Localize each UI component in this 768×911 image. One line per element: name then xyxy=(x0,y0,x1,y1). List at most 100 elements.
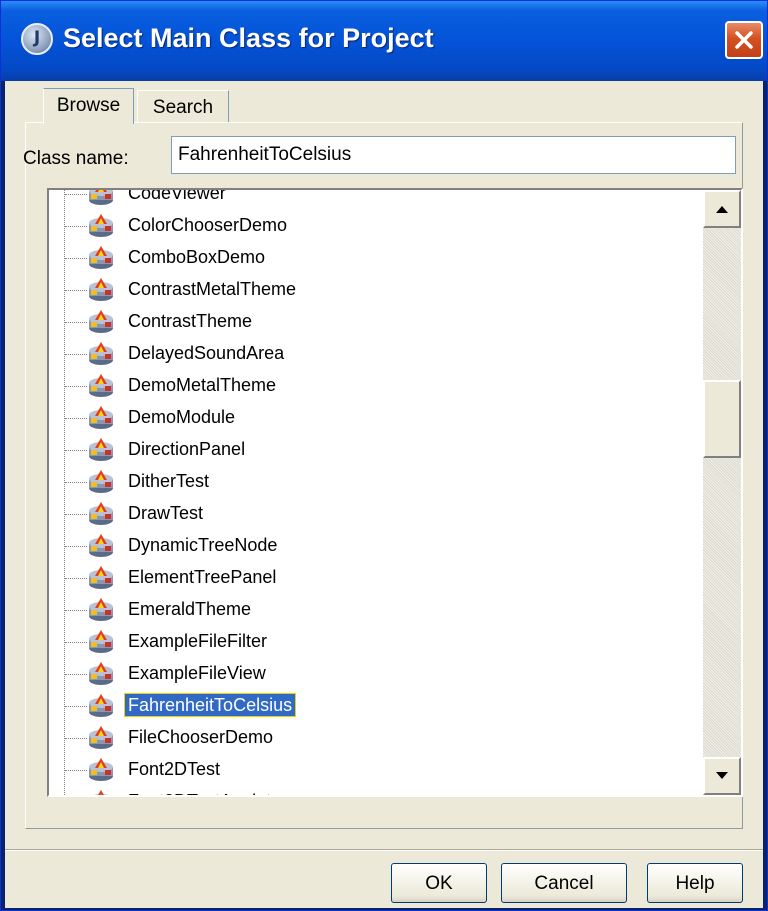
arrow-up-icon xyxy=(716,206,728,213)
close-icon xyxy=(735,31,753,49)
java-class-icon xyxy=(87,212,115,238)
tree-item[interactable]: DemoMetalTheme xyxy=(49,370,689,402)
scroll-thumb[interactable] xyxy=(703,380,741,458)
tree-branch-line xyxy=(65,546,87,547)
tree-item[interactable]: Font2DTestApplet xyxy=(49,786,689,795)
tree-item-label: CodeViewer xyxy=(128,190,226,203)
class-name-input[interactable] xyxy=(171,136,736,174)
tree-item-label: ContrastTheme xyxy=(128,311,253,331)
scroll-down-button[interactable] xyxy=(703,757,741,795)
tree-item[interactable]: ColorChooserDemo xyxy=(49,210,689,242)
java-class-icon xyxy=(87,788,115,795)
tree-item-label: DemoMetalTheme xyxy=(128,375,277,395)
tree-branch-line xyxy=(65,290,87,291)
tree-branch-line xyxy=(65,418,87,419)
dialog-window: J Select Main Class for Project Browse S… xyxy=(0,0,768,911)
tab-search[interactable]: Search xyxy=(137,90,229,122)
java-class-icon xyxy=(87,692,115,718)
vertical-scrollbar[interactable] xyxy=(703,190,741,795)
tree-branch-line xyxy=(65,258,87,259)
tree-item[interactable]: DirectionPanel xyxy=(49,434,689,466)
button-separator xyxy=(5,849,763,851)
tree-item[interactable]: DrawTest xyxy=(49,498,689,530)
tree-item-label: DrawTest xyxy=(128,503,204,523)
tree-branch-line xyxy=(65,322,87,323)
tree-item[interactable]: CodeViewer xyxy=(49,190,689,210)
ok-button[interactable]: OK xyxy=(391,863,487,903)
tree-item-label: ComboBoxDemo xyxy=(128,247,266,267)
tree-item-label: DitherTest xyxy=(128,471,210,491)
java-class-icon xyxy=(87,564,115,590)
class-tree[interactable]: CodeViewer ColorChooserDemo ComboBoxDemo Co… xyxy=(47,188,743,797)
java-class-icon xyxy=(87,532,115,558)
java-class-icon xyxy=(87,628,115,654)
java-class-icon xyxy=(87,404,115,430)
tree-item[interactable]: ElementTreePanel xyxy=(49,562,689,594)
tree-item-label: Font2DTest xyxy=(128,759,221,779)
scroll-up-button[interactable] xyxy=(703,190,741,228)
tree-item-label: Font2DTestApplet xyxy=(125,790,274,795)
tree-item[interactable]: EmeraldTheme xyxy=(49,594,689,626)
tree-branch-line xyxy=(65,194,87,195)
tree-branch-line xyxy=(65,706,87,707)
tree-item-label: ColorChooserDemo xyxy=(128,215,288,235)
tree-branch-line xyxy=(65,578,87,579)
tree-item[interactable]: ExampleFileView xyxy=(49,658,689,690)
class-name-label: Class name: xyxy=(23,148,129,169)
tree-branch-line xyxy=(65,738,87,739)
java-class-icon xyxy=(87,660,115,686)
java-class-icon xyxy=(87,500,115,526)
tree-item-label: DynamicTreeNode xyxy=(128,535,278,555)
class-tree-list: CodeViewer ColorChooserDemo ComboBoxDemo Co… xyxy=(49,190,703,795)
tree-item[interactable]: Font2DTest xyxy=(49,754,689,786)
tree-item-label: EmeraldTheme xyxy=(128,599,252,619)
arrow-down-icon xyxy=(716,772,728,779)
java-class-icon xyxy=(87,276,115,302)
tab-browse[interactable]: Browse xyxy=(43,88,134,124)
java-class-icon xyxy=(87,308,115,334)
tree-item[interactable]: DynamicTreeNode xyxy=(49,530,689,562)
java-class-icon xyxy=(87,190,115,206)
tree-branch-line xyxy=(65,770,87,771)
java-class-icon xyxy=(87,756,115,782)
tree-item[interactable]: ComboBoxDemo xyxy=(49,242,689,274)
tree-item[interactable]: DelayedSoundArea xyxy=(49,338,689,370)
tree-branch-line xyxy=(65,610,87,611)
tree-item-label: ElementTreePanel xyxy=(128,567,277,587)
tree-item[interactable]: ContrastMetalTheme xyxy=(49,274,689,306)
tree-item-label: DemoModule xyxy=(128,407,236,427)
tree-branch-line xyxy=(65,674,87,675)
title-bar[interactable]: J Select Main Class for Project xyxy=(1,1,767,81)
tree-item[interactable]: FileChooserDemo xyxy=(49,722,689,754)
cancel-button[interactable]: Cancel xyxy=(501,863,627,903)
tree-item[interactable]: DemoModule xyxy=(49,402,689,434)
tree-item-label: ExampleFileFilter xyxy=(128,631,268,651)
close-button[interactable] xyxy=(725,21,763,59)
dialog-body: Browse Search Class name: CodeViewer Colo… xyxy=(5,81,763,908)
help-button[interactable]: Help xyxy=(647,863,743,903)
java-class-icon xyxy=(87,436,115,462)
tree-item-label: FahrenheitToCelsius xyxy=(123,693,297,717)
tree-branch-line xyxy=(65,226,87,227)
java-class-icon xyxy=(87,596,115,622)
java-class-icon xyxy=(87,724,115,750)
tree-item-label: ExampleFileView xyxy=(128,663,266,683)
tree-item-label: ContrastMetalTheme xyxy=(128,279,297,299)
tree-branch-line xyxy=(65,450,87,451)
tree-item-label: DelayedSoundArea xyxy=(128,343,285,363)
tree-branch-line xyxy=(65,642,87,643)
tree-item-label: FileChooserDemo xyxy=(128,727,274,747)
tree-branch-line xyxy=(65,514,87,515)
java-cup-icon: J xyxy=(21,23,53,55)
java-class-icon xyxy=(87,340,115,366)
tree-branch-line xyxy=(65,482,87,483)
java-class-icon xyxy=(87,244,115,270)
tree-branch-line xyxy=(65,354,87,355)
tree-item-label: DirectionPanel xyxy=(128,439,246,459)
tree-item[interactable]: ExampleFileFilter xyxy=(49,626,689,658)
tree-item[interactable]: FahrenheitToCelsius xyxy=(49,690,689,722)
tree-item[interactable]: DitherTest xyxy=(49,466,689,498)
tree-item[interactable]: ContrastTheme xyxy=(49,306,689,338)
tree-branch-line xyxy=(65,386,87,387)
java-class-icon xyxy=(87,372,115,398)
